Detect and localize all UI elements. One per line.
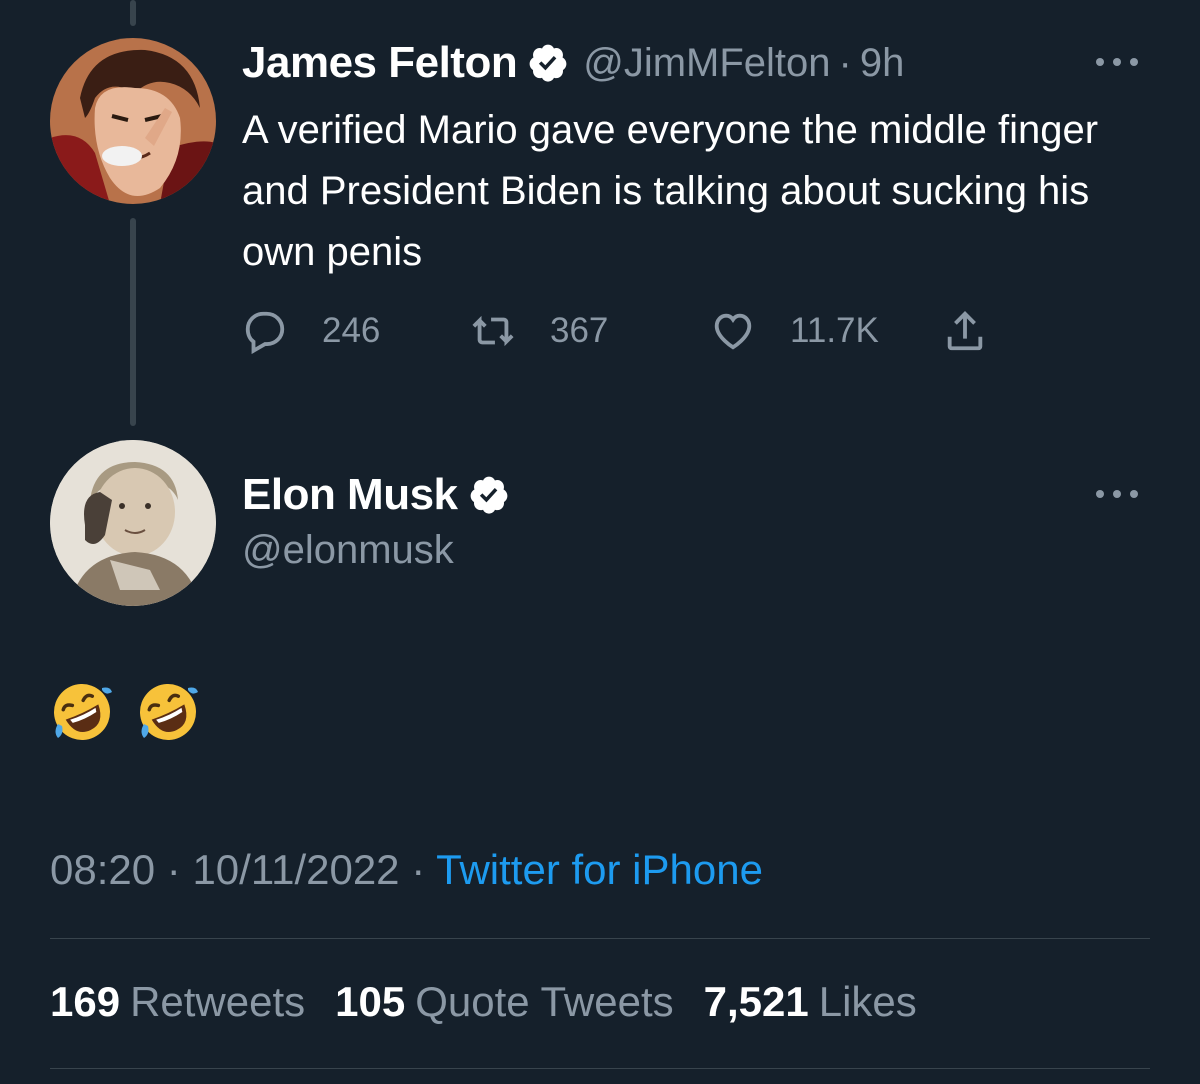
like-button[interactable]: 11.7K [710, 303, 879, 359]
verified-badge-icon [468, 474, 510, 516]
likes-count: 7,521 [703, 978, 809, 1025]
tweet-metadata: 08:20 · 10/11/2022 · Twitter for iPhone [50, 846, 763, 894]
quote-tweets-label: Quote Tweets [415, 978, 674, 1025]
thread-connector-line [130, 0, 136, 26]
more-icon[interactable] [1092, 484, 1142, 504]
separator: · [838, 40, 852, 85]
divider [50, 1068, 1150, 1069]
share-button[interactable] [942, 303, 988, 359]
tweet-timestamp[interactable]: 9h [860, 41, 905, 86]
tweet-header: James Felton @JimMFelton · 9h [242, 38, 904, 88]
tweet-text: A verified Mario gave everyone the middl… [242, 108, 1099, 274]
rolling-on-floor-laughing-emoji [50, 680, 114, 744]
display-name[interactable]: Elon Musk [242, 470, 458, 520]
like-icon [714, 313, 752, 350]
tweet-stats: 169 Retweets 105 Quote Tweets 7,521 Likes [50, 978, 947, 1026]
thread-connector-line [130, 218, 136, 426]
tweet-actions: 246 367 11.7K [242, 303, 1002, 359]
retweets-stat[interactable]: 169 Retweets [50, 978, 305, 1026]
separator: · [411, 846, 426, 893]
reply-button[interactable]: 246 [242, 303, 380, 359]
avatar[interactable] [50, 440, 216, 606]
retweets-label: Retweets [130, 978, 306, 1025]
share-icon [947, 311, 983, 351]
separator: · [166, 846, 181, 893]
reply-icon [245, 311, 285, 354]
avatar[interactable] [50, 38, 216, 204]
retweets-count: 169 [50, 978, 121, 1025]
retweet-button[interactable]: 367 [470, 303, 608, 359]
reply-count: 246 [322, 311, 381, 350]
like-count: 11.7K [790, 311, 879, 350]
verified-badge-icon [527, 42, 569, 84]
user-handle[interactable]: @JimMFelton [583, 41, 830, 86]
likes-label: Likes [818, 978, 917, 1025]
tweet-time[interactable]: 08:20 [50, 846, 155, 893]
more-icon[interactable] [1092, 52, 1142, 72]
quote-tweets-count: 105 [335, 978, 406, 1025]
user-handle[interactable]: @elonmusk [242, 528, 454, 573]
tweet-content [50, 680, 200, 744]
tweet-source-link[interactable]: Twitter for iPhone [436, 846, 763, 893]
retweet-icon [472, 315, 514, 347]
retweet-count: 367 [550, 311, 609, 350]
quote-tweets-stat[interactable]: 105 Quote Tweets [335, 978, 673, 1026]
rolling-on-floor-laughing-emoji [136, 680, 200, 744]
tweet-date[interactable]: 10/11/2022 [192, 846, 399, 893]
tweet-header: Elon Musk [242, 470, 510, 520]
divider [50, 938, 1150, 939]
likes-stat[interactable]: 7,521 Likes [704, 978, 917, 1026]
display-name[interactable]: James Felton [242, 38, 518, 88]
